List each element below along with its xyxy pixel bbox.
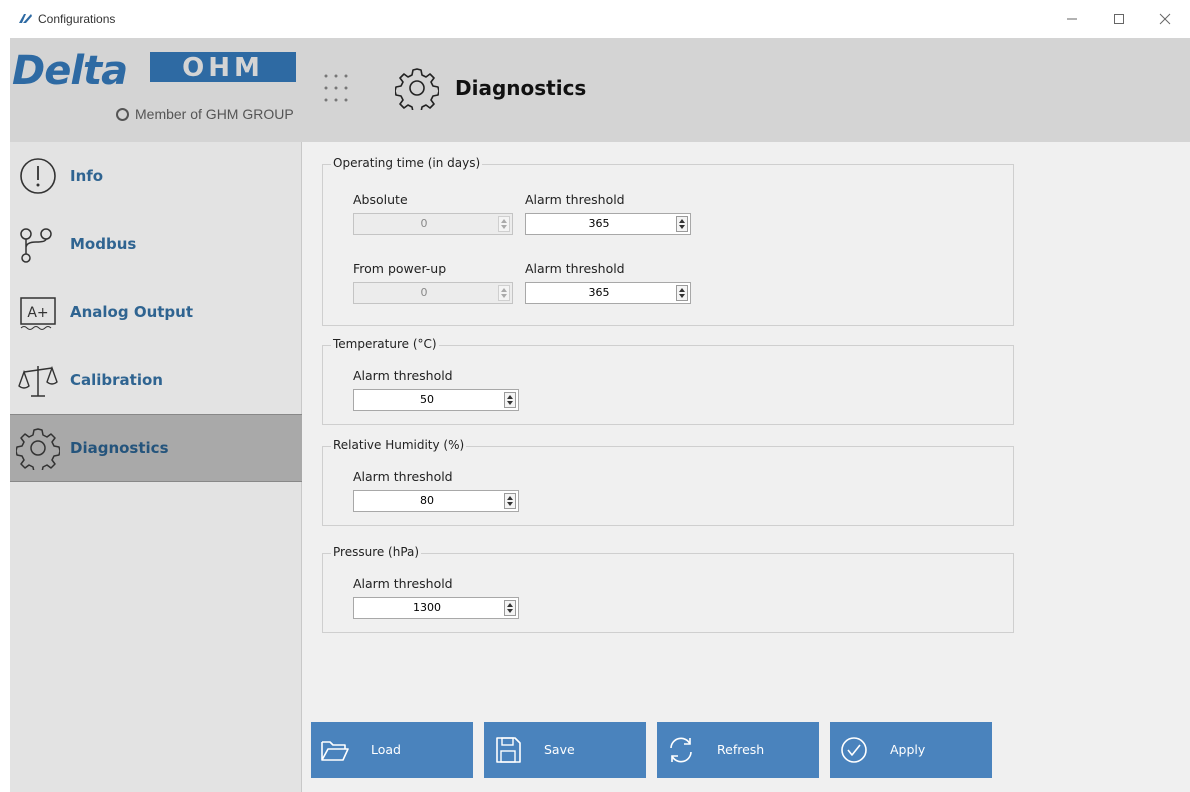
spin-arrows-icon[interactable] [676, 216, 688, 232]
powerup-threshold-label: Alarm threshold [525, 261, 625, 276]
spin-arrows-icon[interactable] [504, 600, 516, 616]
close-button[interactable] [1150, 8, 1180, 30]
temperature-group: Temperature (°C) Alarm threshold 50 [322, 337, 1014, 425]
refresh-icon [670, 737, 692, 763]
humidity-threshold-label: Alarm threshold [353, 469, 453, 484]
maximize-icon [1114, 14, 1124, 24]
temperature-threshold-spinbox[interactable]: 50 [353, 389, 519, 411]
sidebar-item-info[interactable]: Info [10, 142, 302, 210]
pressure-threshold-label: Alarm threshold [353, 576, 453, 591]
temperature-threshold-label: Alarm threshold [353, 368, 453, 383]
sidebar-item-label: Analog Output [70, 303, 194, 321]
sidebar-item-label: Info [70, 167, 104, 185]
apply-button[interactable]: Apply [830, 722, 992, 778]
sidebar-item-diagnostics[interactable]: Diagnostics [10, 414, 302, 482]
spin-arrows-icon[interactable] [504, 392, 516, 408]
maximize-button[interactable] [1104, 8, 1134, 30]
logo-tagline: Member of GHM GROUP [116, 106, 294, 122]
page-title: Diagnostics [455, 76, 587, 100]
powerup-label: From power-up [353, 261, 447, 276]
folder-open-icon [321, 741, 349, 761]
pressure-group: Pressure (hPa) Alarm threshold 1300 [322, 545, 1014, 633]
group-title: Pressure (hPa) [331, 545, 422, 559]
absolute-label: Absolute [353, 192, 408, 207]
powerup-spinbox: 0 [353, 282, 513, 304]
ring-icon [116, 107, 129, 121]
sidebar-item-analog-output[interactable]: A+ Analog Output [10, 278, 302, 346]
operating-time-group: Operating time (in days) Absolute Alarm … [322, 156, 1014, 326]
check-circle-icon [841, 737, 867, 763]
absolute-threshold-spinbox[interactable]: 365 [525, 213, 691, 235]
sidebar-item-label: Diagnostics [70, 439, 169, 457]
spin-arrows-icon[interactable] [676, 285, 688, 301]
window-titlebar: Configurations [0, 0, 1190, 38]
powerup-threshold-spinbox[interactable]: 365 [525, 282, 691, 304]
save-icon [496, 737, 521, 763]
svg-text:A+: A+ [27, 305, 48, 321]
info-icon [20, 158, 56, 194]
absolute-spinbox: 0 [353, 213, 513, 235]
analog-output-icon: A+ [20, 297, 56, 330]
svg-text:OHM: OHM [182, 53, 264, 83]
sidebar-item-modbus[interactable]: Modbus [10, 210, 302, 278]
humidity-threshold-spinbox[interactable]: 80 [353, 490, 519, 512]
logo-wordmark: Delta OHM [12, 48, 296, 94]
pressure-threshold-spinbox[interactable]: 1300 [353, 597, 519, 619]
save-button[interactable]: Save [484, 722, 646, 778]
minimize-button[interactable] [1057, 8, 1087, 30]
svg-text:Delta: Delta [12, 48, 127, 94]
sidebar-item-calibration[interactable]: Calibration [10, 346, 302, 414]
window-title: Configurations [38, 12, 116, 26]
header-bar: Delta OHM Member of GHM GROUP Diagnostic… [10, 38, 1190, 142]
spin-arrows-icon [498, 285, 510, 301]
deltaohm-logo: Delta OHM Member of GHM GROUP [10, 38, 310, 142]
sidebar-item-label: Modbus [70, 235, 137, 253]
main-panel: Operating time (in days) Absolute Alarm … [302, 142, 1190, 792]
close-icon [1159, 13, 1171, 25]
gear-icon [395, 68, 439, 110]
refresh-button[interactable]: Refresh [657, 722, 819, 778]
sidebar-item-label: Calibration [70, 371, 163, 389]
group-title: Temperature (°C) [331, 337, 439, 351]
group-title: Operating time (in days) [331, 156, 483, 170]
gear-icon [16, 428, 60, 470]
menu-dots-icon[interactable] [320, 68, 360, 108]
spin-arrows-icon [498, 216, 510, 232]
absolute-threshold-label: Alarm threshold [525, 192, 625, 207]
modbus-icon [20, 228, 52, 263]
spin-arrows-icon[interactable] [504, 493, 516, 509]
group-title: Relative Humidity (%) [331, 438, 467, 452]
balance-scale-icon [18, 365, 58, 397]
load-button[interactable]: Load [311, 722, 473, 778]
minimize-icon [1067, 18, 1077, 20]
sidebar: Info Modbus A+ Analog Output Calibration [10, 142, 302, 792]
humidity-group: Relative Humidity (%) Alarm threshold 80 [322, 438, 1014, 526]
app-logo-icon [19, 14, 32, 23]
